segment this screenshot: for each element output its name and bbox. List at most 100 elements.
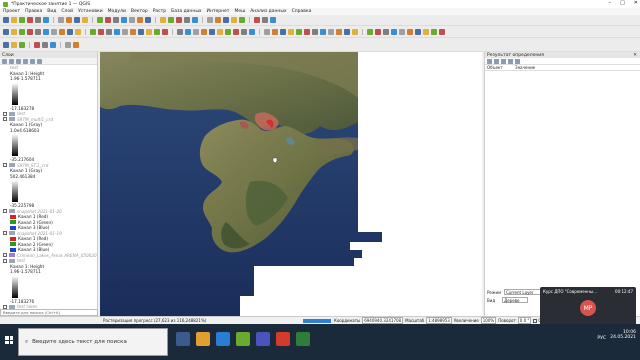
toolbar-tool-icon[interactable] [27,17,33,23]
vector-layer-item[interactable]: Crimean_Lakes_Areas ARENA_050620 [0,253,97,259]
toolbar-tool-icon[interactable] [65,41,71,48]
filter-icon[interactable] [16,59,21,64]
toolbar-tool-icon[interactable] [113,17,119,23]
toolbar-tool-icon[interactable] [42,41,48,48]
toolbar-tool-icon[interactable] [407,28,413,35]
toolbar-tool-icon[interactable] [50,41,56,48]
expand-tree-icon[interactable] [487,59,492,64]
expand-icon[interactable] [23,59,28,64]
map-canvas[interactable] [100,52,482,316]
toolbar-tool-icon[interactable] [254,17,260,23]
toolbar-tool-icon[interactable] [11,28,17,35]
toolbar-tool-icon[interactable] [215,17,221,23]
toolbar-tool-icon[interactable] [74,17,80,23]
toolbar-tool-icon[interactable] [270,17,276,23]
toolbar-tool-icon[interactable] [296,28,302,35]
print-icon[interactable] [515,59,520,64]
edge-icon[interactable] [216,332,230,346]
menu-layer[interactable]: Слой [61,9,73,14]
toolbar-tool-icon[interactable] [328,28,334,35]
toolbar-tool-icon[interactable] [383,28,389,35]
toolbar-tool-icon[interactable] [27,28,33,35]
menu-view[interactable]: Вид [47,9,56,14]
toolbar-tool-icon[interactable] [67,28,73,35]
rotation-field[interactable]: 0.0 ° [517,317,532,324]
toolbar-tool-icon[interactable] [272,28,278,35]
toolbar-tool-icon[interactable] [3,28,9,35]
toolbar-tool-icon[interactable] [122,28,128,35]
toolbar-tool-icon[interactable] [19,17,25,23]
toolbar-tool-icon[interactable] [137,17,143,23]
magnifier-field[interactable]: 100% [480,317,497,324]
toolbar-tool-icon[interactable] [154,28,160,35]
layer-visibility-checkbox[interactable] [3,258,7,263]
coordinate-field[interactable]: 6940940.3241708 [362,317,404,324]
toolbar-tool-icon[interactable] [162,28,168,35]
close-icon[interactable]: ✕ [634,0,638,6]
toolbar-tool-icon[interactable] [241,28,247,35]
layer-visibility-checkbox[interactable] [3,209,7,214]
toolbar-tool-icon[interactable] [66,17,72,23]
language-indicator[interactable]: РУС [597,336,606,341]
menu-settings[interactable]: Установки [78,9,103,14]
remove-layer-icon[interactable] [37,59,42,64]
render-checkbox[interactable] [533,318,538,323]
toolbar-tool-icon[interactable] [352,28,358,35]
toolbar-tool-icon[interactable] [192,17,198,23]
teams-icon[interactable] [256,332,270,346]
collapse-icon[interactable] [30,59,35,64]
menu-processing[interactable]: Анализ данных [250,9,286,14]
toolbar-tool-icon[interactable] [225,28,231,35]
toolbar-tool-icon[interactable] [431,28,437,35]
toolbar-tool-icon[interactable] [160,17,166,23]
toolbar-tool-icon[interactable] [344,28,350,35]
toolbar-tool-icon[interactable] [209,28,215,35]
toolbar-tool-icon[interactable] [177,28,183,35]
taskbar-search-input[interactable]: ⌕ Введите здесь текст для поиска [18,328,168,356]
toolbar-tool-icon[interactable] [90,28,96,35]
toolbar-tool-icon[interactable] [106,28,112,35]
menu-web[interactable]: Интернет [207,9,230,14]
clear-results-icon[interactable] [501,59,506,64]
toolbar-tool-icon[interactable] [239,17,245,23]
toolbar-tool-icon[interactable] [121,17,127,23]
toolbar-tool-icon[interactable] [233,28,239,35]
collapse-tree-icon[interactable] [494,59,499,64]
add-group-icon[interactable] [9,59,14,64]
excel-icon[interactable] [296,332,310,346]
system-clock[interactable]: 10:06 24.05.2021 [610,330,636,340]
layer-visibility-checkbox[interactable] [3,117,7,122]
toolbar-tool-icon[interactable] [19,41,25,48]
toolbar-tool-icon[interactable] [138,28,144,35]
toolbar-tool-icon[interactable] [58,17,64,23]
toolbar-tool-icon[interactable] [193,28,199,35]
toolbar-tool-icon[interactable] [114,28,120,35]
toolbar-tool-icon[interactable] [249,28,255,35]
toolbar-tool-icon[interactable] [184,17,190,23]
chrome-icon[interactable] [276,332,290,346]
toolbar-tool-icon[interactable] [262,17,268,23]
locator-search-input[interactable]: Введите для поиска (Ctrl+K) [0,309,98,316]
toolbar-tool-icon[interactable] [129,17,135,23]
toolbar-tool-icon[interactable] [43,28,49,35]
toolbar-tool-icon[interactable] [11,17,17,23]
toolbar-tool-icon[interactable] [75,28,81,35]
task-view-icon[interactable] [176,332,190,346]
toolbar-tool-icon[interactable] [207,17,213,23]
toolbar-tool-icon[interactable] [105,17,111,23]
toolbar-tool-icon[interactable] [312,28,318,35]
menu-help[interactable]: Справка [292,9,312,14]
menu-database[interactable]: База данных [171,9,201,14]
toolbar-tool-icon[interactable] [231,17,237,23]
toolbar-tool-icon[interactable] [3,41,9,48]
toolbar-tool-icon[interactable] [223,17,229,23]
toolbar-tool-icon[interactable] [3,17,9,23]
toolbar-tool-icon[interactable] [146,28,152,35]
menu-edit[interactable]: Правка [25,9,42,14]
toolbar-tool-icon[interactable] [82,17,88,23]
toolbar-tool-icon[interactable] [59,28,65,35]
toolbar-tool-icon[interactable] [264,28,270,35]
menu-vector[interactable]: Вектор [131,9,148,14]
toolbar-tool-icon[interactable] [217,28,223,35]
toolbar-tool-icon[interactable] [288,28,294,35]
